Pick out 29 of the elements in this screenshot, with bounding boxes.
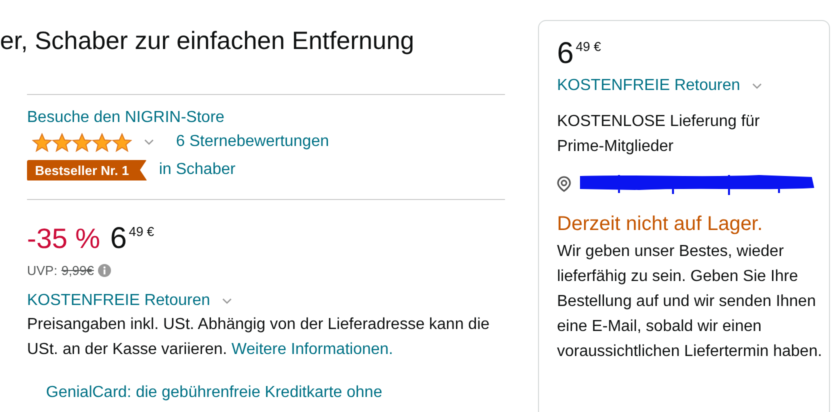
credit-card-link[interactable]: GenialCard: die gebührenfreie Kreditkarte ohne [46,384,505,402]
caret-icon[interactable] [222,298,232,304]
more-info-link[interactable]: Weitere Informationen. [232,341,394,358]
returns-link[interactable]: KOSTENFREIE Retouren [27,292,210,310]
list-price: 9,99€ [61,262,94,278]
discount-percent: -35 % [27,222,100,256]
star-icon [72,132,92,152]
category-link[interactable]: in Schaber [158,161,236,179]
product-title: er, Schaber zur einfachen Entfernung [0,26,416,57]
returns-link[interactable]: KOSTENFREIE Retouren [557,77,740,95]
ratings-count-link[interactable]: 6 Sternebewertungen [176,133,329,151]
price: 6$^{49 €}$ [110,222,154,256]
store-link[interactable]: Besuche den NIGRIN-Store [27,107,224,129]
star-icon [92,132,112,152]
caret-icon[interactable] [144,139,154,145]
location-pin-icon[interactable] [557,176,571,192]
info-icon[interactable] [98,264,111,276]
star-icon [112,132,132,152]
delivery-info: KOSTENLOSE Lieferung für Prime-Mitglieder [557,112,761,157]
availability-status: Derzeit nicht auf Lager. [557,212,763,237]
price: 6$^{49 €}$ [557,37,601,71]
tax-note: Preisangaben inkl. USt. Abhängig von der Lieferadresse kann die USt. an der Kasse variieren. Weitere Informationen. [27,315,491,360]
caret-icon[interactable] [752,83,762,89]
star-icon [32,132,52,152]
star-icon [52,132,72,152]
bestseller-badge: Bestseller Nr. 1 [27,160,147,180]
availability-note: Wir geben unser Bestes, wieder lieferfähig zu sein. Geben Sie Ihre Bestellung auf und wir senden Ihnen eine E-Mail, sobald wir einen voraussichtlichen Liefertermin haben. [557,242,824,362]
list-price-label: UVP: [27,262,58,278]
star-rating[interactable] [32,132,132,152]
